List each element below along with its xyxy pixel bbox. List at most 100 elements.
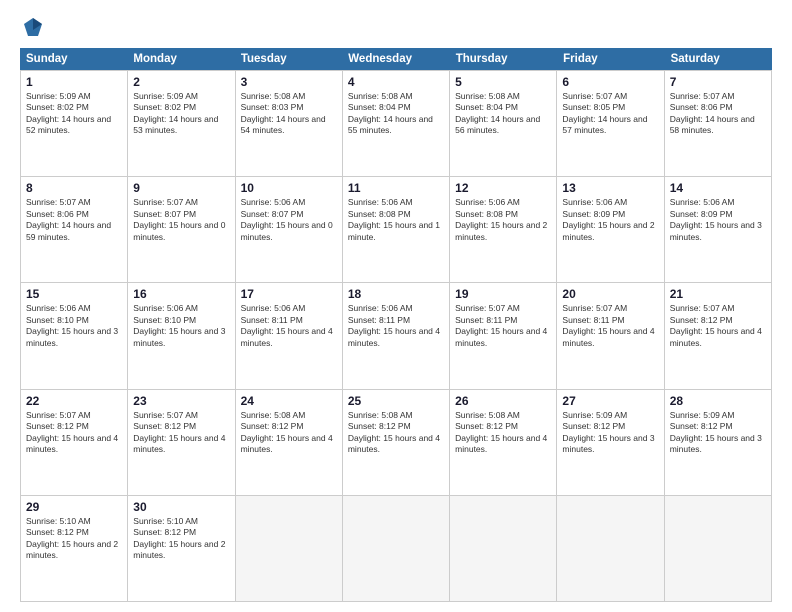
table-row: 11 Sunrise: 5:06 AM Sunset: 8:08 PM Dayl… xyxy=(343,177,450,282)
day-info: Sunrise: 5:06 AM Sunset: 8:09 PM Dayligh… xyxy=(670,197,766,243)
weekday-tuesday: Tuesday xyxy=(235,48,342,70)
day-number: 3 xyxy=(241,75,337,89)
table-row: 12 Sunrise: 5:06 AM Sunset: 8:08 PM Dayl… xyxy=(450,177,557,282)
table-row: 4 Sunrise: 5:08 AM Sunset: 8:04 PM Dayli… xyxy=(343,71,450,176)
day-number: 29 xyxy=(26,500,122,514)
table-row: 27 Sunrise: 5:09 AM Sunset: 8:12 PM Dayl… xyxy=(557,390,664,495)
day-info: Sunrise: 5:07 AM Sunset: 8:12 PM Dayligh… xyxy=(133,410,229,456)
day-number: 28 xyxy=(670,394,766,408)
table-row: 18 Sunrise: 5:06 AM Sunset: 8:11 PM Dayl… xyxy=(343,283,450,388)
day-info: Sunrise: 5:06 AM Sunset: 8:07 PM Dayligh… xyxy=(241,197,337,243)
weekday-sunday: Sunday xyxy=(20,48,127,70)
day-number: 12 xyxy=(455,181,551,195)
day-number: 26 xyxy=(455,394,551,408)
table-row: 2 Sunrise: 5:09 AM Sunset: 8:02 PM Dayli… xyxy=(128,71,235,176)
calendar-body: 1 Sunrise: 5:09 AM Sunset: 8:02 PM Dayli… xyxy=(20,70,772,602)
calendar-row: 8 Sunrise: 5:07 AM Sunset: 8:06 PM Dayli… xyxy=(21,177,772,283)
day-number: 19 xyxy=(455,287,551,301)
day-number: 14 xyxy=(670,181,766,195)
table-row: 8 Sunrise: 5:07 AM Sunset: 8:06 PM Dayli… xyxy=(21,177,128,282)
table-row: 5 Sunrise: 5:08 AM Sunset: 8:04 PM Dayli… xyxy=(450,71,557,176)
day-info: Sunrise: 5:09 AM Sunset: 8:02 PM Dayligh… xyxy=(133,91,229,137)
day-info: Sunrise: 5:06 AM Sunset: 8:10 PM Dayligh… xyxy=(133,303,229,349)
day-info: Sunrise: 5:09 AM Sunset: 8:12 PM Dayligh… xyxy=(670,410,766,456)
day-number: 16 xyxy=(133,287,229,301)
day-info: Sunrise: 5:06 AM Sunset: 8:09 PM Dayligh… xyxy=(562,197,658,243)
day-number: 21 xyxy=(670,287,766,301)
weekday-saturday: Saturday xyxy=(665,48,772,70)
table-row: 17 Sunrise: 5:06 AM Sunset: 8:11 PM Dayl… xyxy=(236,283,343,388)
day-info: Sunrise: 5:07 AM Sunset: 8:07 PM Dayligh… xyxy=(133,197,229,243)
table-row: 20 Sunrise: 5:07 AM Sunset: 8:11 PM Dayl… xyxy=(557,283,664,388)
table-row xyxy=(665,496,772,601)
day-number: 23 xyxy=(133,394,229,408)
day-info: Sunrise: 5:07 AM Sunset: 8:05 PM Dayligh… xyxy=(562,91,658,137)
day-info: Sunrise: 5:07 AM Sunset: 8:12 PM Dayligh… xyxy=(670,303,766,349)
day-number: 18 xyxy=(348,287,444,301)
day-info: Sunrise: 5:08 AM Sunset: 8:12 PM Dayligh… xyxy=(348,410,444,456)
day-number: 30 xyxy=(133,500,229,514)
day-number: 13 xyxy=(562,181,658,195)
day-info: Sunrise: 5:08 AM Sunset: 8:12 PM Dayligh… xyxy=(241,410,337,456)
table-row xyxy=(450,496,557,601)
logo-icon xyxy=(22,16,44,38)
day-number: 7 xyxy=(670,75,766,89)
day-number: 24 xyxy=(241,394,337,408)
day-number: 8 xyxy=(26,181,122,195)
day-info: Sunrise: 5:06 AM Sunset: 8:08 PM Dayligh… xyxy=(348,197,444,243)
table-row: 14 Sunrise: 5:06 AM Sunset: 8:09 PM Dayl… xyxy=(665,177,772,282)
calendar-row: 29 Sunrise: 5:10 AM Sunset: 8:12 PM Dayl… xyxy=(21,496,772,602)
day-info: Sunrise: 5:06 AM Sunset: 8:11 PM Dayligh… xyxy=(348,303,444,349)
day-info: Sunrise: 5:09 AM Sunset: 8:12 PM Dayligh… xyxy=(562,410,658,456)
day-info: Sunrise: 5:06 AM Sunset: 8:11 PM Dayligh… xyxy=(241,303,337,349)
day-number: 5 xyxy=(455,75,551,89)
day-info: Sunrise: 5:10 AM Sunset: 8:12 PM Dayligh… xyxy=(133,516,229,562)
day-number: 22 xyxy=(26,394,122,408)
day-number: 9 xyxy=(133,181,229,195)
day-info: Sunrise: 5:08 AM Sunset: 8:04 PM Dayligh… xyxy=(348,91,444,137)
table-row: 1 Sunrise: 5:09 AM Sunset: 8:02 PM Dayli… xyxy=(21,71,128,176)
table-row xyxy=(343,496,450,601)
day-info: Sunrise: 5:07 AM Sunset: 8:06 PM Dayligh… xyxy=(670,91,766,137)
weekday-monday: Monday xyxy=(127,48,234,70)
table-row: 23 Sunrise: 5:07 AM Sunset: 8:12 PM Dayl… xyxy=(128,390,235,495)
weekday-thursday: Thursday xyxy=(450,48,557,70)
table-row: 29 Sunrise: 5:10 AM Sunset: 8:12 PM Dayl… xyxy=(21,496,128,601)
table-row: 9 Sunrise: 5:07 AM Sunset: 8:07 PM Dayli… xyxy=(128,177,235,282)
day-info: Sunrise: 5:09 AM Sunset: 8:02 PM Dayligh… xyxy=(26,91,122,137)
table-row: 6 Sunrise: 5:07 AM Sunset: 8:05 PM Dayli… xyxy=(557,71,664,176)
day-info: Sunrise: 5:08 AM Sunset: 8:04 PM Dayligh… xyxy=(455,91,551,137)
day-number: 15 xyxy=(26,287,122,301)
table-row: 15 Sunrise: 5:06 AM Sunset: 8:10 PM Dayl… xyxy=(21,283,128,388)
day-number: 25 xyxy=(348,394,444,408)
table-row: 10 Sunrise: 5:06 AM Sunset: 8:07 PM Dayl… xyxy=(236,177,343,282)
day-number: 10 xyxy=(241,181,337,195)
table-row: 21 Sunrise: 5:07 AM Sunset: 8:12 PM Dayl… xyxy=(665,283,772,388)
day-number: 1 xyxy=(26,75,122,89)
table-row xyxy=(236,496,343,601)
table-row: 24 Sunrise: 5:08 AM Sunset: 8:12 PM Dayl… xyxy=(236,390,343,495)
day-info: Sunrise: 5:07 AM Sunset: 8:12 PM Dayligh… xyxy=(26,410,122,456)
table-row: 13 Sunrise: 5:06 AM Sunset: 8:09 PM Dayl… xyxy=(557,177,664,282)
logo xyxy=(20,16,44,38)
day-number: 11 xyxy=(348,181,444,195)
day-info: Sunrise: 5:08 AM Sunset: 8:03 PM Dayligh… xyxy=(241,91,337,137)
day-number: 6 xyxy=(562,75,658,89)
page: Sunday Monday Tuesday Wednesday Thursday… xyxy=(0,0,792,612)
day-info: Sunrise: 5:07 AM Sunset: 8:11 PM Dayligh… xyxy=(562,303,658,349)
calendar-row: 22 Sunrise: 5:07 AM Sunset: 8:12 PM Dayl… xyxy=(21,390,772,496)
day-info: Sunrise: 5:07 AM Sunset: 8:11 PM Dayligh… xyxy=(455,303,551,349)
day-info: Sunrise: 5:08 AM Sunset: 8:12 PM Dayligh… xyxy=(455,410,551,456)
table-row: 19 Sunrise: 5:07 AM Sunset: 8:11 PM Dayl… xyxy=(450,283,557,388)
table-row: 22 Sunrise: 5:07 AM Sunset: 8:12 PM Dayl… xyxy=(21,390,128,495)
table-row: 26 Sunrise: 5:08 AM Sunset: 8:12 PM Dayl… xyxy=(450,390,557,495)
day-number: 17 xyxy=(241,287,337,301)
table-row: 16 Sunrise: 5:06 AM Sunset: 8:10 PM Dayl… xyxy=(128,283,235,388)
day-info: Sunrise: 5:06 AM Sunset: 8:10 PM Dayligh… xyxy=(26,303,122,349)
day-info: Sunrise: 5:10 AM Sunset: 8:12 PM Dayligh… xyxy=(26,516,122,562)
day-number: 27 xyxy=(562,394,658,408)
day-number: 20 xyxy=(562,287,658,301)
calendar: Sunday Monday Tuesday Wednesday Thursday… xyxy=(20,48,772,602)
table-row: 25 Sunrise: 5:08 AM Sunset: 8:12 PM Dayl… xyxy=(343,390,450,495)
table-row: 7 Sunrise: 5:07 AM Sunset: 8:06 PM Dayli… xyxy=(665,71,772,176)
